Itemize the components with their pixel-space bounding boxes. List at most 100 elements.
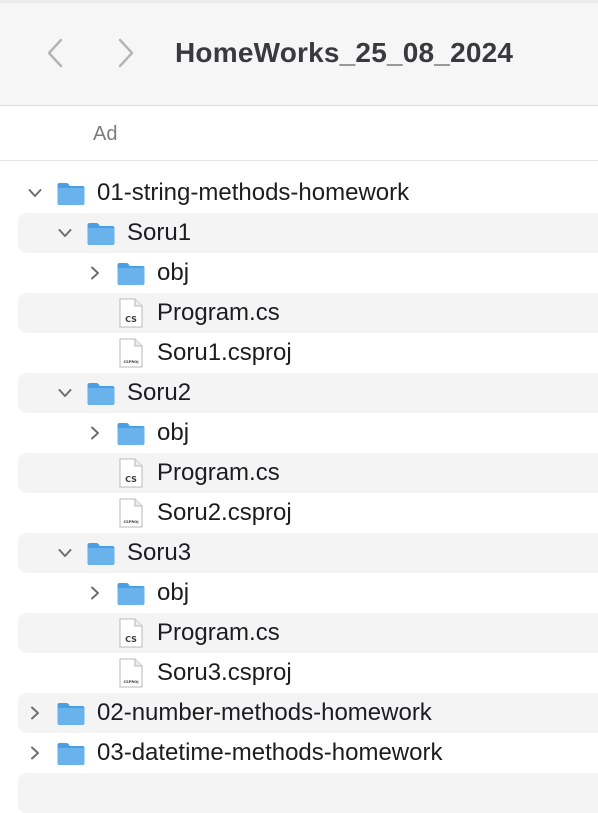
empty-row (18, 773, 598, 813)
csharp-file-icon: CS (119, 618, 143, 648)
row-content: CS Program.cs (86, 613, 280, 653)
item-name: 02-number-methods-homework (97, 699, 432, 726)
folder-icon (117, 422, 145, 445)
chevron-right-icon (91, 426, 99, 440)
chevron-right-icon (91, 586, 99, 600)
item-name: Soru2.csproj (157, 499, 292, 526)
folder-icon-wrap (85, 539, 117, 567)
chevron-right-icon (31, 706, 39, 720)
folder-row[interactable]: obj (18, 253, 598, 293)
disclosure-toggle[interactable] (86, 584, 104, 602)
disclosure-toggle[interactable] (56, 384, 74, 402)
disclosure-toggle[interactable] (86, 264, 104, 282)
folder-icon-wrap (55, 179, 87, 207)
svg-text:CSPROJ: CSPROJ (123, 680, 138, 684)
file-row[interactable]: CS Program.cs (18, 293, 598, 333)
file-row[interactable]: CS Program.cs (18, 613, 598, 653)
folder-icon (87, 382, 115, 405)
file-row[interactable]: CSPROJ Soru3.csproj (18, 653, 598, 693)
row-content: CSPROJ Soru3.csproj (86, 653, 292, 693)
file-row[interactable]: CSPROJ Soru2.csproj (18, 493, 598, 533)
item-name: obj (157, 579, 190, 606)
row-content: obj (86, 413, 189, 453)
chevron-down-icon (58, 229, 72, 237)
folder-icon-wrap (85, 219, 117, 247)
folder-icon (117, 262, 145, 285)
item-name: obj (157, 259, 190, 286)
folder-icon (57, 742, 85, 765)
item-name: 03-datetime-methods-homework (97, 739, 443, 766)
folder-row[interactable]: obj (18, 413, 598, 453)
finder-toolbar: HomeWorks_25_08_2024 (0, 0, 598, 106)
disclosure-toggle[interactable] (56, 224, 74, 242)
file-row[interactable]: CSPROJ Soru1.csproj (18, 333, 598, 373)
folder-row[interactable]: obj (18, 573, 598, 613)
item-name: Soru1.csproj (157, 339, 292, 366)
row-content: CS Program.cs (86, 453, 280, 493)
file-icon-wrap: CS (119, 458, 143, 488)
row-content: 03-datetime-methods-homework (26, 733, 442, 773)
folder-row[interactable]: Soru1 (18, 213, 598, 253)
chevron-right-icon (91, 266, 99, 280)
row-content: CS Program.cs (86, 293, 280, 333)
svg-text:CS: CS (125, 475, 137, 484)
svg-text:CS: CS (125, 635, 137, 644)
chevron-down-icon (58, 389, 72, 397)
disclosure-toggle[interactable] (86, 424, 104, 442)
folder-icon (57, 702, 85, 725)
folder-row[interactable]: Soru3 (18, 533, 598, 573)
file-icon-wrap: CSPROJ (119, 338, 143, 368)
svg-text:CSPROJ: CSPROJ (123, 520, 138, 524)
folder-icon-wrap (85, 379, 117, 407)
row-content: obj (86, 573, 189, 613)
folder-row[interactable]: 01-string-methods-homework (18, 173, 598, 213)
folder-icon-wrap (55, 739, 87, 767)
folder-icon-wrap (115, 259, 147, 287)
row-content: 02-number-methods-homework (26, 693, 432, 733)
column-header-name[interactable]: Ad (93, 123, 117, 146)
item-name: Soru1 (127, 219, 192, 246)
forward-button[interactable] (111, 36, 141, 70)
folder-icon-wrap (55, 699, 87, 727)
window-top-edge (0, 0, 598, 3)
folder-icon-wrap (115, 579, 147, 607)
item-name: Program.cs (157, 459, 280, 486)
item-name: Program.cs (157, 619, 280, 646)
file-icon-wrap: CS (119, 618, 143, 648)
file-row[interactable]: CS Program.cs (18, 453, 598, 493)
back-button[interactable] (40, 36, 70, 70)
chevron-down-icon (28, 189, 42, 197)
row-content: obj (86, 253, 189, 293)
row-content: CSPROJ Soru2.csproj (86, 493, 292, 533)
row-content: CSPROJ Soru1.csproj (86, 333, 292, 373)
row-content: Soru2 (56, 373, 191, 413)
disclosure-toggle[interactable] (26, 184, 44, 202)
csharp-file-icon: CS (119, 458, 143, 488)
file-icon-wrap: CSPROJ (119, 498, 143, 528)
csproj-file-icon: CSPROJ (119, 658, 143, 688)
item-name: obj (157, 419, 190, 446)
item-name: Program.cs (157, 299, 280, 326)
folder-row[interactable]: 03-datetime-methods-homework (18, 733, 598, 773)
window-title: HomeWorks_25_08_2024 (175, 37, 514, 68)
chevron-down-icon (58, 549, 72, 557)
column-header: Ad (0, 107, 598, 161)
item-name: Soru3.csproj (157, 659, 292, 686)
folder-row[interactable]: 02-number-methods-homework (18, 693, 598, 733)
csproj-file-icon: CSPROJ (119, 338, 143, 368)
disclosure-toggle[interactable] (26, 744, 44, 762)
disclosure-toggle[interactable] (26, 704, 44, 722)
item-name: Soru2 (127, 379, 192, 406)
folder-icon (87, 542, 115, 565)
svg-text:CSPROJ: CSPROJ (123, 360, 138, 364)
file-icon-wrap: CS (119, 298, 143, 328)
row-content: 01-string-methods-homework (26, 173, 409, 213)
chevron-right-icon (118, 38, 134, 68)
folder-row[interactable]: Soru2 (18, 373, 598, 413)
file-list: 01-string-methods-homework Soru1 obj CS Prog… (0, 173, 598, 813)
row-content: Soru1 (56, 213, 191, 253)
disclosure-toggle[interactable] (56, 544, 74, 562)
csproj-file-icon: CSPROJ (119, 498, 143, 528)
folder-icon (117, 582, 145, 605)
folder-icon-wrap (115, 419, 147, 447)
